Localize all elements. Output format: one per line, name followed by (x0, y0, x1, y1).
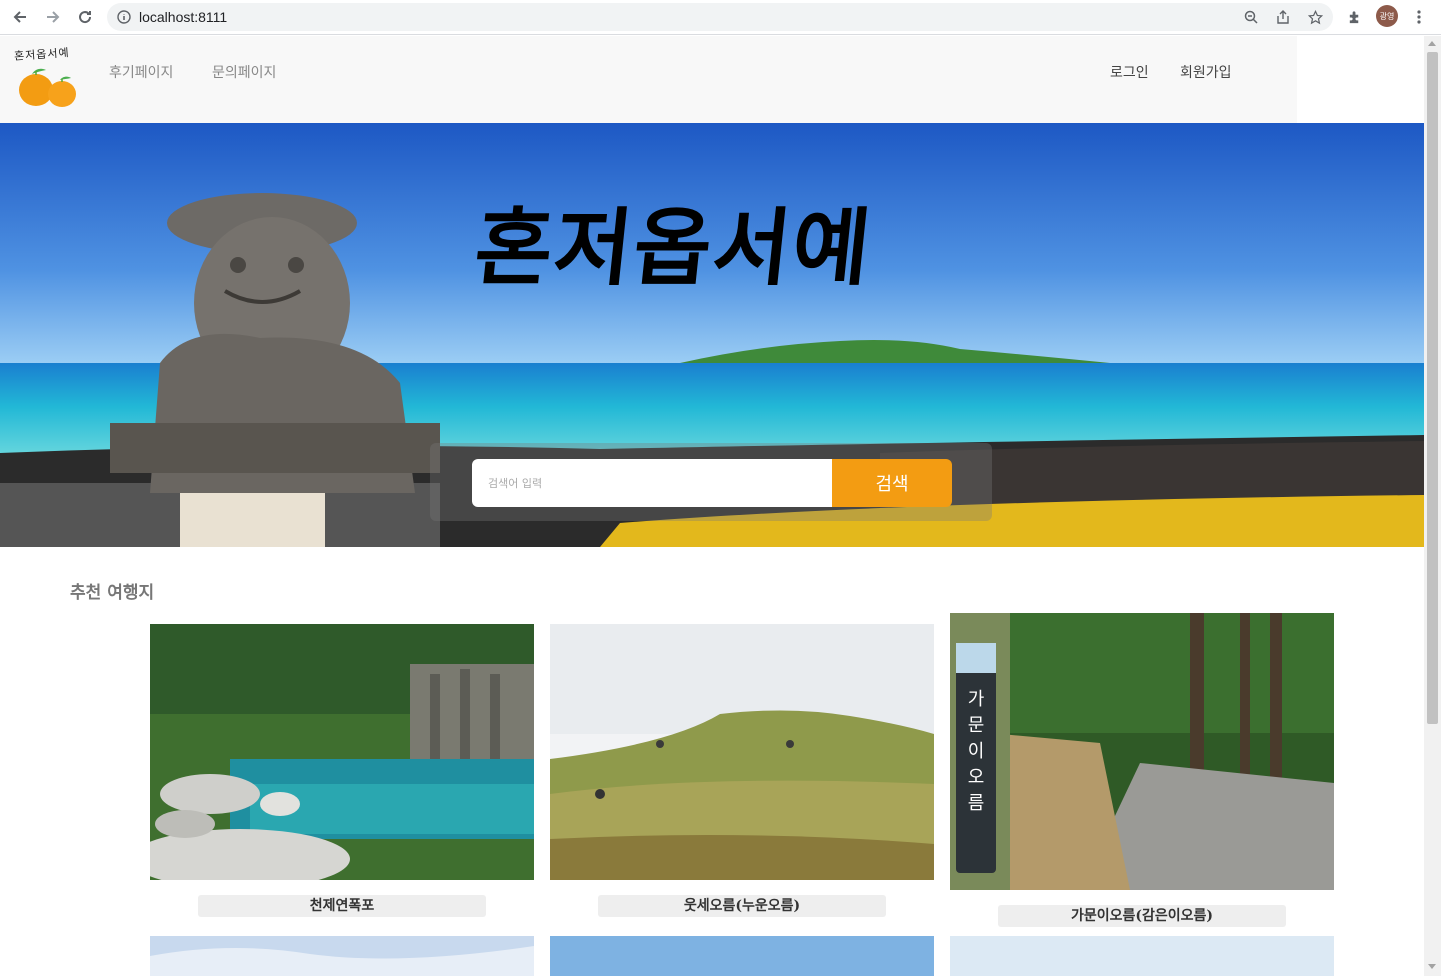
destination-image[interactable] (550, 624, 934, 880)
destination-card[interactable]: 천제연폭포 (150, 624, 534, 917)
destination-card[interactable] (150, 936, 534, 976)
svg-text:이: 이 (968, 741, 985, 762)
svg-text:문: 문 (968, 715, 985, 736)
destination-image[interactable] (550, 936, 934, 976)
scroll-thumb[interactable] (1427, 52, 1438, 724)
extensions-icon[interactable] (1343, 6, 1365, 28)
section-title-recommend: 추천 여행지 (70, 583, 155, 603)
destination-name: 가문이오름(감은이오름) (998, 905, 1286, 927)
site-logo[interactable]: 혼저옵서예 (12, 42, 84, 114)
destination-card[interactable] (550, 936, 934, 976)
page-scrollbar[interactable] (1424, 36, 1441, 976)
address-bar[interactable]: localhost:8111 (107, 3, 1333, 31)
nav-reviews[interactable]: 후기페이지 (109, 62, 173, 82)
back-arrow-icon[interactable] (9, 6, 31, 28)
destination-image[interactable] (950, 936, 1334, 976)
info-icon[interactable] (117, 10, 131, 24)
scroll-up-icon[interactable] (1428, 41, 1436, 46)
destination-card[interactable] (950, 936, 1334, 976)
svg-text:가: 가 (968, 689, 985, 710)
destination-name: 웃세오름(누운오름) (598, 895, 886, 917)
browser-toolbar: localhost:8111 광영 (0, 0, 1441, 35)
forward-arrow-icon[interactable] (42, 6, 64, 28)
nav-inquiry[interactable]: 문의페이지 (212, 62, 276, 82)
url-text: localhost:8111 (139, 9, 228, 25)
destination-card[interactable]: 웃세오름(누운오름) (550, 624, 934, 917)
profile-avatar[interactable]: 광영 (1376, 5, 1398, 27)
destination-image[interactable]: 가 문 이 오 름 (950, 613, 1334, 890)
search-button[interactable]: 검색 (832, 459, 952, 507)
page-viewport: 혼저옵서예 후기페이지 문의페이지 로그인 회원가입 혼저옵서예 검색어 입력 … (0, 36, 1424, 976)
destination-image[interactable] (150, 936, 534, 976)
svg-text:오: 오 (968, 767, 985, 788)
search-input[interactable] (472, 459, 832, 507)
nav-login[interactable]: 로그인 (1110, 62, 1149, 82)
zoom-icon[interactable] (1242, 8, 1260, 26)
share-icon[interactable] (1274, 8, 1292, 26)
destination-name: 천제연폭포 (198, 895, 486, 917)
menu-dots-icon[interactable] (1408, 6, 1430, 28)
site-header: 혼저옵서예 후기페이지 문의페이지 로그인 회원가입 (0, 36, 1297, 123)
hero-title: 혼저옵서예 (470, 199, 877, 297)
destination-card[interactable]: 가 문 이 오 름 가문이오름(감은이오름) (950, 613, 1334, 927)
svg-text:름: 름 (968, 793, 985, 814)
destination-image[interactable] (150, 624, 534, 880)
hero-banner: 혼저옵서예 검색 (0, 123, 1424, 547)
star-icon[interactable] (1306, 8, 1324, 26)
scroll-down-icon[interactable] (1428, 964, 1436, 969)
nav-signup[interactable]: 회원가입 (1180, 62, 1232, 82)
reload-icon[interactable] (74, 6, 96, 28)
tangerine-logo-icon (19, 68, 76, 107)
